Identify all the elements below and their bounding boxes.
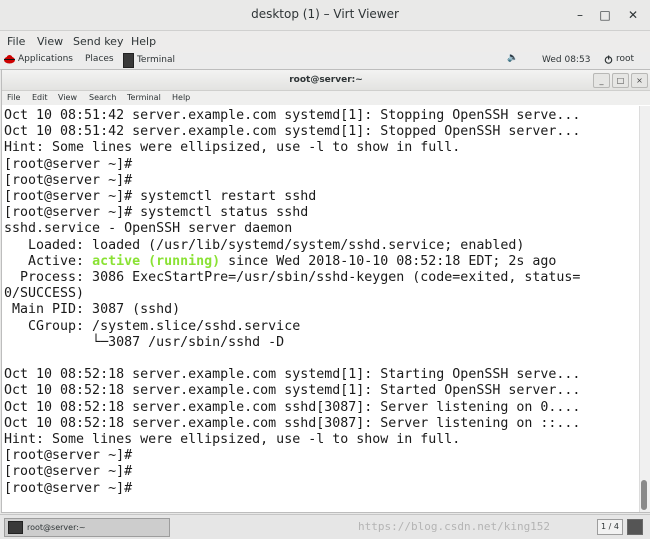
terminal-window[interactable]: root@server:~ _ □ × File Edit View Searc…	[1, 69, 650, 513]
terminal-line-active: Active: active (running) since Wed 2018-…	[4, 254, 638, 270]
workspace-pager[interactable]: 1 / 4	[597, 519, 623, 535]
terminal-line: Oct 10 08:51:42 server.example.com syste…	[4, 108, 581, 123]
terminal-line: [root@server ~]#	[4, 172, 133, 188]
terminal-line: 0/SUCCESS)	[4, 286, 85, 302]
terminal-menu-file[interactable]: File	[7, 93, 20, 102]
terminal-line: [root@server ~]#	[4, 480, 133, 496]
power-icon	[604, 55, 613, 64]
terminal-line: Oct 10 08:51:42 server.example.com syste…	[4, 124, 581, 140]
terminal-title: root@server:~	[289, 75, 363, 85]
terminal-line: Main PID: 3087 (sshd)	[4, 302, 181, 318]
close-button[interactable]: ✕	[624, 6, 642, 24]
terminal-line: Oct 10 08:52:18 server.example.com sshd[…	[4, 415, 581, 431]
terminal-menu-terminal[interactable]: Terminal	[127, 93, 161, 102]
terminal-line: CGroup: /system.slice/sshd.service	[4, 318, 301, 334]
terminal-scrollbar-thumb[interactable]	[641, 480, 647, 510]
menu-send-key[interactable]: Send key	[73, 35, 123, 48]
active-since: since Wed 2018-10-10 08:52:18 EDT; 2s ag…	[220, 253, 557, 269]
terminal-line: [root@server ~]#	[4, 448, 133, 464]
terminal-output[interactable]: Oct 10 08:51:42 server.example.com syste…	[4, 108, 638, 508]
applications-label: Applications	[18, 54, 73, 64]
active-status: active (running)	[92, 253, 221, 269]
watermark: https://blog.csdn.net/king152	[358, 520, 551, 533]
terminal-menu-view[interactable]: View	[58, 93, 77, 102]
clock[interactable]: Wed 08:53	[542, 55, 590, 65]
bottom-task-terminal[interactable]: root@server:~	[4, 518, 170, 537]
terminal-line: Loaded: loaded (/usr/lib/systemd/system/…	[4, 237, 525, 253]
applications-menu[interactable]: Applications	[4, 54, 73, 64]
taskbar-terminal-label: Terminal	[136, 55, 175, 65]
window-title: desktop (1) – Virt Viewer	[251, 7, 399, 21]
menu-view[interactable]: View	[37, 35, 63, 48]
volume-icon[interactable]: 🔈	[507, 53, 518, 63]
terminal-line: └─3087 /usr/sbin/sshd -D	[4, 334, 285, 350]
terminal-menu-edit[interactable]: Edit	[32, 93, 48, 102]
redhat-logo-icon	[4, 55, 15, 64]
terminal-line: Oct 10 08:52:18 server.example.com syste…	[4, 367, 581, 383]
minimize-button[interactable]: –	[571, 6, 589, 24]
menubar: File View Send key Help	[0, 31, 650, 53]
terminal-line: [root@server ~]# systemctl status sshd	[4, 205, 309, 221]
terminal-line: Process: 3086 ExecStartPre=/usr/sbin/ssh…	[4, 270, 581, 286]
terminal-scrollbar[interactable]	[639, 106, 650, 512]
gnome-top-bar: Applications Places Terminal 🔈 Wed 08:53…	[0, 52, 650, 70]
bottom-task-label: root@server:~	[27, 523, 86, 532]
terminal-menu-help[interactable]: Help	[172, 93, 190, 102]
user-label: root	[616, 54, 635, 64]
menu-file[interactable]: File	[7, 35, 25, 48]
user-menu[interactable]: root	[604, 54, 634, 64]
terminal-line: sshd.service - OpenSSH server daemon	[4, 221, 293, 237]
places-menu[interactable]: Places	[85, 54, 114, 64]
bottom-panel: root@server:~ https://blog.csdn.net/king…	[0, 514, 650, 539]
terminal-line: [root@server ~]#	[4, 464, 133, 480]
workspace-indicator[interactable]	[627, 519, 643, 535]
terminal-titlebar[interactable]: root@server:~ _ □ ×	[2, 70, 650, 91]
window-titlebar[interactable]: desktop (1) – Virt Viewer – □ ✕	[0, 0, 650, 31]
terminal-icon	[8, 521, 23, 534]
terminal-line: Oct 10 08:52:18 server.example.com sshd[…	[4, 399, 581, 415]
terminal-line: [root@server ~]# systemctl restart sshd	[4, 189, 317, 205]
terminal-maximize-button[interactable]: □	[612, 73, 629, 88]
terminal-line: Hint: Some lines were ellipsized, use -l…	[4, 432, 461, 448]
terminal-line: Oct 10 08:52:18 server.example.com syste…	[4, 383, 581, 399]
terminal-menubar: File Edit View Search Terminal Help	[2, 91, 650, 105]
maximize-button[interactable]: □	[596, 6, 614, 24]
terminal-line: Hint: Some lines were ellipsized, use -l…	[4, 140, 461, 156]
terminal-minimize-button[interactable]: _	[593, 73, 610, 88]
menu-help[interactable]: Help	[131, 35, 156, 48]
active-label: Active:	[4, 253, 93, 269]
terminal-icon	[123, 52, 134, 68]
terminal-close-button[interactable]: ×	[631, 73, 648, 88]
terminal-menu-search[interactable]: Search	[89, 93, 116, 102]
taskbar-terminal-item[interactable]: Terminal	[123, 52, 175, 68]
terminal-line: [root@server ~]#	[4, 156, 133, 172]
